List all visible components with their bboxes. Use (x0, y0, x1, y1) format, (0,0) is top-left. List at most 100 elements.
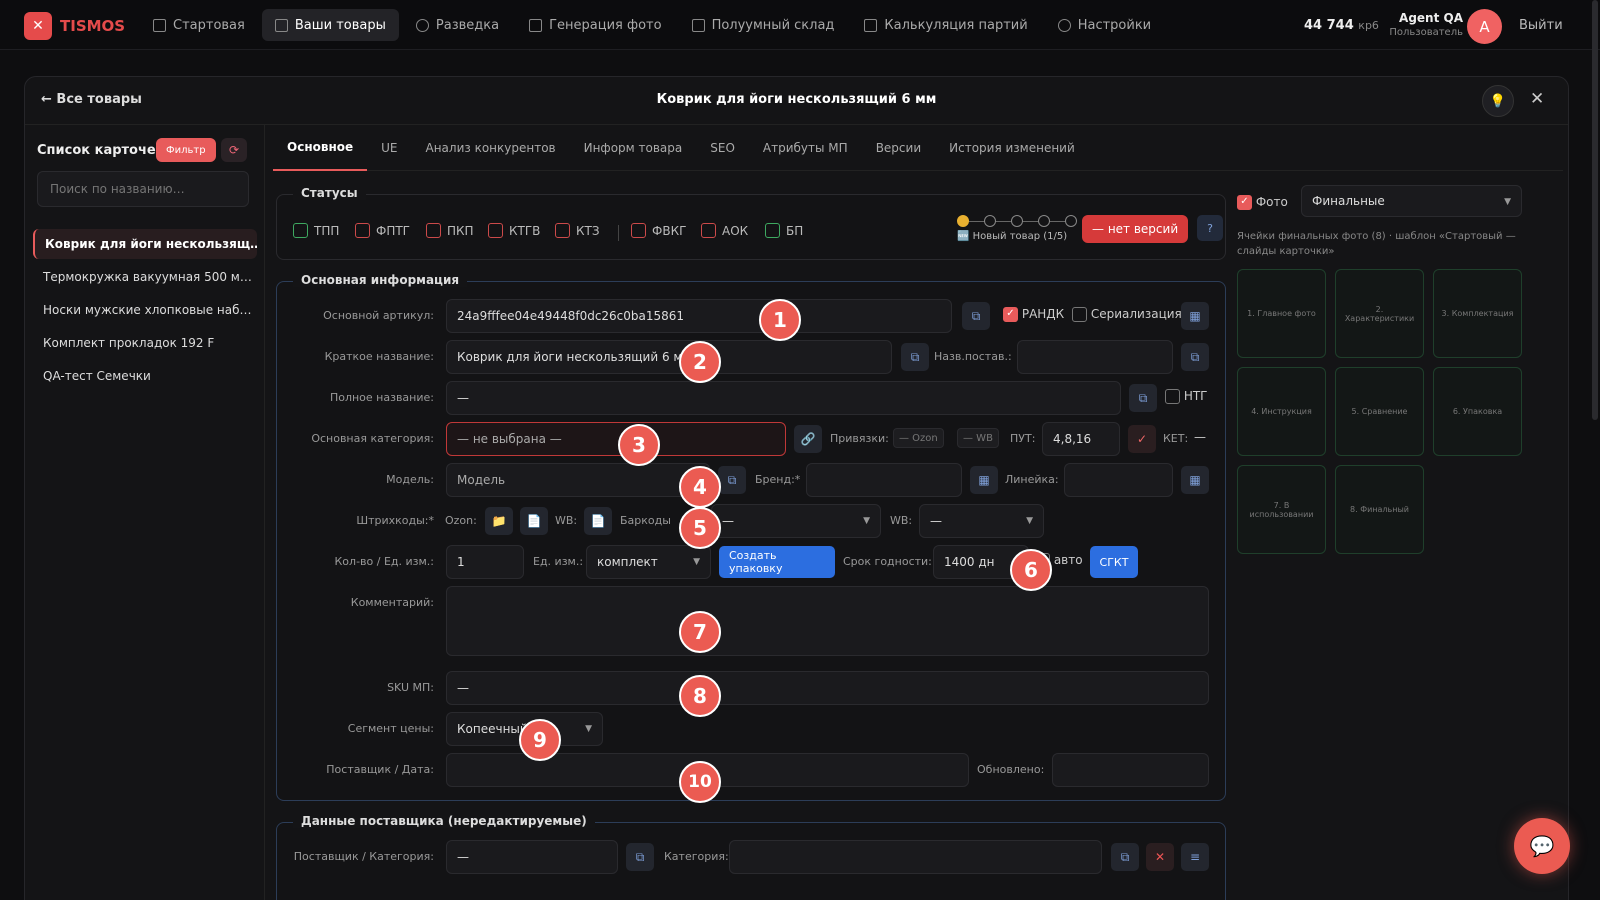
status-pkp[interactable]: ПКП (426, 223, 474, 238)
checkbox[interactable] (1072, 307, 1087, 322)
help-button[interactable]: ? (1197, 215, 1223, 241)
tab-attributes[interactable]: Атрибуты МП (749, 125, 862, 171)
stage-dot[interactable] (1065, 215, 1077, 227)
model-input[interactable]: Модель (446, 463, 710, 497)
logo[interactable]: ✕ TISMOS (24, 12, 125, 40)
copy-icon[interactable]: ⧉ (626, 843, 654, 871)
put-input[interactable]: 4,8,16 (1042, 422, 1120, 456)
tab-competitors[interactable]: Анализ конкурентов (412, 125, 570, 171)
line-input[interactable] (1064, 463, 1173, 497)
status-ktz[interactable]: КТЗ (555, 223, 600, 238)
photo-cell[interactable]: 2. Характеристики (1335, 269, 1424, 358)
stage-dot[interactable] (1011, 215, 1023, 227)
checkbox[interactable] (488, 223, 503, 238)
checkbox[interactable] (355, 223, 370, 238)
table-icon[interactable]: ▦ (1181, 466, 1209, 494)
status-fvkg[interactable]: ФВКГ (631, 223, 686, 238)
copy-icon[interactable]: ⧉ (1111, 843, 1139, 871)
copy-icon[interactable]: ⧉ (962, 302, 990, 330)
folder-icon[interactable]: 📁 (485, 507, 513, 535)
copy-icon[interactable]: ⧉ (901, 343, 929, 371)
list-item[interactable]: Термокружка вакуумная 500 м… (33, 262, 257, 292)
photo-cell[interactable]: 8. Финальный (1335, 465, 1424, 554)
close-icon[interactable]: ✕ (1146, 843, 1174, 871)
stage-dot[interactable] (1038, 215, 1050, 227)
status-ktgv[interactable]: КТГВ (488, 223, 540, 238)
check-icon[interactable]: ✓ (1128, 425, 1156, 453)
qty-input[interactable]: 1 (446, 545, 524, 579)
table-icon[interactable]: ▦ (970, 466, 998, 494)
nav-research[interactable]: Разведка (403, 9, 512, 41)
supplier-input[interactable]: — (446, 840, 618, 874)
logout-link[interactable]: Выйти (1519, 18, 1563, 33)
list-icon[interactable]: ≡ (1181, 843, 1209, 871)
sgkt-button[interactable]: СГКТ (1090, 546, 1138, 578)
photo-checkbox[interactable]: ✓ Фото (1237, 195, 1288, 210)
checkbox[interactable] (765, 223, 780, 238)
tab-ue[interactable]: UE (367, 125, 411, 171)
filter-button[interactable]: Фильтр (156, 138, 216, 162)
ntg-checkbox[interactable]: НТГ (1165, 389, 1208, 404)
checkbox[interactable]: ✓ (1003, 307, 1018, 322)
no-versions-button[interactable]: — нет версий (1082, 215, 1189, 243)
photo-cell[interactable]: 7. В использовании (1237, 465, 1326, 554)
status-tpp[interactable]: ТПП (293, 223, 339, 238)
randk-checkbox[interactable]: ✓ РАНДК (1003, 307, 1064, 322)
nav-home[interactable]: Стартовая (140, 9, 258, 41)
chat-icon[interactable]: 💬 (1514, 818, 1570, 874)
comment-textarea[interactable] (446, 586, 1209, 656)
unit-select[interactable]: комплект ▼ (586, 545, 711, 579)
status-bp[interactable]: БП (765, 223, 803, 238)
tab-product-info[interactable]: Информ товара (570, 125, 697, 171)
checkbox[interactable] (1165, 389, 1180, 404)
article-input[interactable]: 24a9fffee04e49448f0dc26c0ba15861 (446, 299, 952, 333)
copy-icon[interactable]: ⧉ (1181, 343, 1209, 371)
nav-warehouse[interactable]: Полуумный склад (679, 9, 848, 41)
list-item[interactable]: Коврик для йоги нескользящ… (33, 229, 257, 259)
copy-icon[interactable]: ⧉ (1129, 384, 1157, 412)
supplier-name-input[interactable] (1017, 340, 1173, 374)
checkbox[interactable] (426, 223, 441, 238)
stage-dot[interactable] (984, 215, 996, 227)
photo-cell[interactable]: 5. Сравнение (1335, 367, 1424, 456)
full-name-input[interactable]: — (446, 381, 1121, 415)
photo-cell[interactable]: 1. Главное фото (1237, 269, 1326, 358)
file-icon[interactable]: 📄 (584, 507, 612, 535)
list-item[interactable]: QA-тест Семечки (33, 361, 257, 391)
table-icon[interactable]: ▦ (1181, 302, 1209, 330)
stage-dot[interactable] (957, 215, 969, 227)
tab-versions[interactable]: Версии (862, 125, 935, 171)
checkbox[interactable]: ✓ (1237, 195, 1252, 210)
tab-seo[interactable]: SEO (696, 125, 749, 171)
checkbox[interactable] (631, 223, 646, 238)
nav-photo-gen[interactable]: Генерация фото (516, 9, 675, 41)
sidebar-search-input[interactable] (37, 171, 249, 207)
nav-batch-calc[interactable]: Калькуляция партий (851, 9, 1040, 41)
tab-main[interactable]: Основное (273, 125, 368, 171)
photo-cell[interactable]: 3. Комплектация (1433, 269, 1522, 358)
nav-settings[interactable]: Настройки (1045, 9, 1164, 41)
link-icon[interactable]: 🔗 (794, 425, 822, 453)
ozon-binding[interactable]: — Ozon (893, 428, 944, 448)
avatar[interactable]: A (1467, 9, 1502, 44)
checkbox[interactable] (701, 223, 716, 238)
copy-icon[interactable]: ⧉ (718, 466, 746, 494)
lightbulb-icon[interactable]: 💡 (1482, 85, 1514, 117)
serialization-checkbox[interactable]: Сериализация (1072, 307, 1182, 322)
status-fptg[interactable]: ФПТГ (355, 223, 410, 238)
page-scrollbar[interactable] (1592, 0, 1598, 420)
supplier-category-input[interactable] (729, 840, 1102, 874)
list-item[interactable]: Носки мужские хлопковые наб… (33, 295, 257, 325)
create-pack-button[interactable]: Создать упаковку (719, 546, 835, 578)
checkbox[interactable] (555, 223, 570, 238)
checkbox[interactable] (293, 223, 308, 238)
photo-type-select[interactable]: Финальные ▼ (1301, 185, 1522, 217)
wb-select[interactable]: — ▼ (919, 504, 1044, 538)
list-item[interactable]: Комплект прокладок 192 F (33, 328, 257, 358)
refresh-icon[interactable]: ⟳ (221, 138, 247, 162)
updated-input[interactable] (1052, 753, 1209, 787)
file-icon[interactable]: 📄 (520, 507, 548, 535)
tab-history[interactable]: История изменений (935, 125, 1089, 171)
photo-cell[interactable]: 4. Инструкция (1237, 367, 1326, 456)
category-select[interactable]: — не выбрана — (446, 422, 786, 456)
